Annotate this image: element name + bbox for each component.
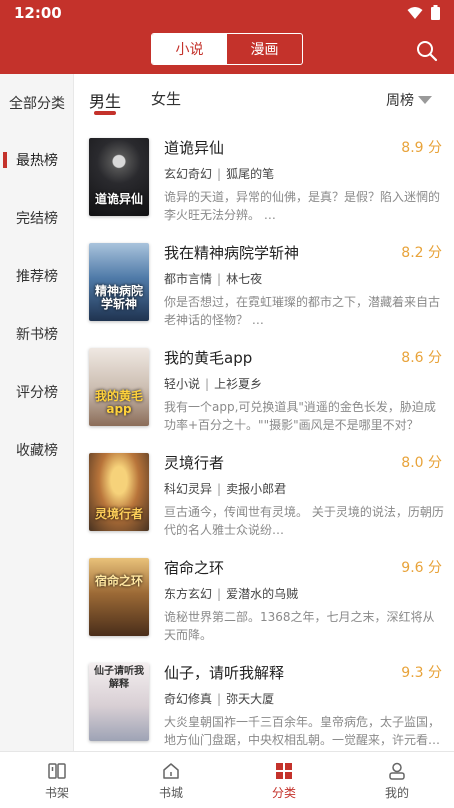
book-cover: 道诡异仙 xyxy=(89,138,149,216)
book-title: 我在精神病院学斩神 xyxy=(164,244,300,262)
bottom-navigation: 书架 书城 分类 我的 xyxy=(0,751,454,808)
book-description: 你是否想过，在霓虹璀璨的都市之下，潜藏着来自古老神话的怪物？ … xyxy=(164,295,441,327)
book-title: 仙子，请听我解释 xyxy=(164,664,285,682)
book-title: 灵境行者 xyxy=(164,454,225,472)
book-score: 8.0 分 xyxy=(401,455,442,471)
book-genre: 东方玄幻 xyxy=(164,587,213,601)
book-score: 8.2 分 xyxy=(401,245,442,261)
rank-period-select[interactable]: 周榜 xyxy=(386,90,432,110)
book-cover: 精神病院学斩神 xyxy=(89,243,149,321)
bookshelf-icon xyxy=(48,762,66,779)
book-cover: 宿命之环 xyxy=(89,558,149,636)
book-cover: 我的黄毛app xyxy=(89,348,149,426)
book-meta: 奇幻修真 | 弥天大厦 xyxy=(164,692,275,706)
system-icons xyxy=(407,5,440,20)
list-item[interactable]: 宿命之环 宿命之环 9.6 分 东方玄幻 | 爱潜水的乌贼 诡秘世界第二部。1368… xyxy=(74,542,454,647)
nav-category[interactable]: 分类 xyxy=(227,752,341,808)
list-item[interactable]: 我的黄毛app 我的黄毛app 8.6 分 轻小说 | 上衫夏乡 我有一个app,可… xyxy=(74,332,454,437)
book-meta: 科幻灵异 | 卖报小郎君 xyxy=(164,482,287,496)
tab-female[interactable]: 女生 xyxy=(151,88,181,109)
book-genre: 都市言情 xyxy=(164,272,213,286)
sidebar-item-completed[interactable]: 完结榜 xyxy=(0,198,74,238)
rank-period-label: 周榜 xyxy=(386,93,414,109)
book-title: 我的黄毛app xyxy=(164,349,253,367)
book-genre: 科幻灵异 xyxy=(164,482,213,496)
book-score: 9.3 分 xyxy=(401,665,442,681)
list-item[interactable]: 仙子请听我解释 仙子，请听我解释 9.3 分 奇幻修真 | 弥天大厦 大炎皇朝国祚一… xyxy=(74,647,454,752)
status-bar: 12:00 xyxy=(0,0,454,26)
book-description: 诡异的天道，异常的仙佛，是真？是假？陷入迷惘的李火旺无法分辨。 … xyxy=(164,190,441,222)
home-icon xyxy=(163,762,179,779)
book-genre: 奇幻修真 xyxy=(164,692,213,706)
battery-icon xyxy=(431,5,440,20)
content-type-switch: 小说 漫画 xyxy=(151,33,303,65)
cover-title: 精神病院学斩神 xyxy=(94,284,143,311)
book-author: 卖报小郎君 xyxy=(226,482,287,496)
sidebar-item-hottest[interactable]: 最热榜 xyxy=(0,140,74,180)
book-author: 弥天大厦 xyxy=(226,692,275,706)
book-title: 道诡异仙 xyxy=(164,139,225,157)
cover-title: 灵境行者 xyxy=(94,507,143,521)
nav-profile[interactable]: 我的 xyxy=(340,752,454,808)
book-genre: 轻小说 xyxy=(164,377,201,391)
book-description: 亘古通今，传闻世有灵境。 关于灵境的说法，历朝历代的名人雅士众说纷… xyxy=(164,505,444,537)
book-score: 8.6 分 xyxy=(401,350,442,366)
list-item[interactable]: 精神病院学斩神 我在精神病院学斩神 8.2 分 都市言情 | 林七夜 你是否想过，在… xyxy=(74,227,454,332)
list-item[interactable]: 灵境行者 灵境行者 8.0 分 科幻灵异 | 卖报小郎君 亘古通今，传闻世有灵境。 … xyxy=(74,437,454,542)
book-author: 狐尾的笔 xyxy=(226,167,275,181)
nav-category-label: 分类 xyxy=(271,785,296,800)
category-icon xyxy=(276,762,292,779)
gender-tabs: 男生 女生 周榜 xyxy=(74,74,454,122)
top-header: 小说 漫画 xyxy=(0,26,454,74)
search-icon[interactable] xyxy=(416,40,438,62)
status-time: 12:00 xyxy=(14,4,62,22)
tab-active-indicator xyxy=(94,111,116,115)
book-description: 诡秘世界第二部。1368之年，七月之末，深红将从天而降。 xyxy=(164,610,435,642)
book-description: 大炎皇朝国祚一千三百余年。皇帝病危，太子监国，地方仙门盘踞，中央权相乱朝。一觉醒… xyxy=(164,715,441,747)
list-item[interactable]: 道诡异仙 道诡异仙 8.9 分 玄幻奇幻 | 狐尾的笔 诡异的天道，异常的仙佛，是真… xyxy=(74,122,454,227)
book-genre: 玄幻奇幻 xyxy=(164,167,213,181)
nav-bookshelf[interactable]: 书架 xyxy=(0,752,114,808)
nav-profile-label: 我的 xyxy=(384,785,409,800)
tab-comic[interactable]: 漫画 xyxy=(227,34,302,64)
cover-title: 道诡异仙 xyxy=(94,192,143,206)
tab-male[interactable]: 男生 xyxy=(89,88,121,112)
book-cover: 仙子请听我解释 xyxy=(89,663,149,741)
book-meta: 玄幻奇幻 | 狐尾的笔 xyxy=(164,167,275,181)
book-score: 9.6 分 xyxy=(401,560,442,576)
book-description: 我有一个app,可兑换道具"逍遥的金色长发，胁迫成功率+百分之十。""摄影"画风… xyxy=(164,400,436,432)
book-author: 林七夜 xyxy=(226,272,263,286)
book-cover: 灵境行者 xyxy=(89,453,149,531)
sidebar-item-favorites[interactable]: 收藏榜 xyxy=(0,430,74,470)
sidebar-item-rating[interactable]: 评分榜 xyxy=(0,372,74,412)
book-author: 上衫夏乡 xyxy=(214,377,263,391)
book-title: 宿命之环 xyxy=(164,559,225,577)
ranking-sidebar: 全部分类 最热榜 完结榜 推荐榜 新书榜 评分榜 收藏榜 xyxy=(0,74,74,751)
wifi-icon xyxy=(407,6,423,19)
nav-bookstore-label: 书城 xyxy=(158,785,183,800)
sidebar-item-recommended[interactable]: 推荐榜 xyxy=(0,256,74,296)
book-meta: 东方玄幻 | 爱潜水的乌贼 xyxy=(164,587,299,601)
book-score: 8.9 分 xyxy=(401,140,442,156)
cover-title: 仙子请听我解释 xyxy=(94,666,144,690)
cover-title: 我的黄毛app xyxy=(94,389,143,416)
book-author: 爱潜水的乌贼 xyxy=(226,587,299,601)
nav-bookstore[interactable]: 书城 xyxy=(114,752,228,808)
book-meta: 轻小说 | 上衫夏乡 xyxy=(164,377,263,391)
tab-novel[interactable]: 小说 xyxy=(152,34,227,64)
caret-down-icon xyxy=(418,96,432,104)
nav-bookshelf-label: 书架 xyxy=(44,785,69,800)
sidebar-item-new-books[interactable]: 新书榜 xyxy=(0,314,74,354)
book-meta: 都市言情 | 林七夜 xyxy=(164,272,263,286)
profile-icon xyxy=(389,762,405,780)
sidebar-item-all-categories[interactable]: 全部分类 xyxy=(0,83,74,123)
cover-title: 宿命之环 xyxy=(94,574,143,588)
